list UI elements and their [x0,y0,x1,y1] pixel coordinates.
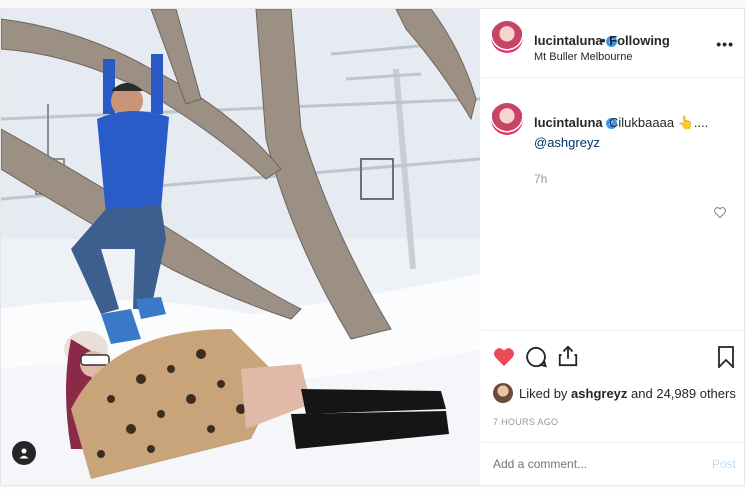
location-link[interactable]: Mt Buller Melbourne [534,51,632,63]
caption-avatar[interactable] [491,103,523,135]
liker-avatar[interactable] [493,383,513,403]
instagram-post: lucintaluna ✓ • Following Mt Buller Melbo… [0,8,745,486]
share-icon [558,345,578,367]
liked-by-prefix: Liked by [519,385,572,401]
user-tag-button[interactable] [12,441,36,465]
comment-bubble-icon [526,346,547,368]
caption-mention-link[interactable]: @ashgreyz [534,135,600,150]
post-timestamp[interactable]: 7 HOURS AGO [493,417,558,427]
caption-text: Cilukbaaaa 👆.... [609,115,709,130]
post-sidebar: lucintaluna ✓ • Following Mt Buller Melbo… [481,9,745,485]
save-button[interactable] [718,346,734,373]
avatar[interactable] [491,21,523,53]
caption-username-text[interactable]: lucintaluna [534,115,603,130]
likes-summary: Liked by ashgreyz and 24,989 others [493,383,736,403]
liked-by-user-link[interactable]: ashgreyz [571,386,627,401]
share-button[interactable] [557,345,579,372]
username-text[interactable]: lucintaluna [534,33,603,48]
comment-input[interactable] [493,457,683,471]
following-status[interactable]: • Following [601,33,670,48]
post-header: lucintaluna ✓ • Following Mt Buller Melbo… [481,9,745,78]
comment-button[interactable] [525,346,547,373]
post-photo[interactable] [1,9,480,485]
post-actions: Liked by ashgreyz and 24,989 others 7 HO… [481,330,745,440]
caption-username[interactable]: lucintaluna ✓ [534,115,617,130]
bookmark-icon [718,346,734,370]
more-options-icon[interactable]: ••• [716,36,734,52]
heart-outline-icon[interactable] [713,205,727,223]
post-comment-button[interactable]: Post [712,457,736,471]
user-tag-icon [19,448,29,459]
heart-filled-icon [494,348,514,367]
likes-count-link[interactable]: and 24,989 others [627,386,736,401]
comment-bar: Post [481,442,745,485]
caption-time: 7h [534,172,548,186]
snow-scene-image [1,9,480,485]
like-button[interactable] [493,347,515,372]
